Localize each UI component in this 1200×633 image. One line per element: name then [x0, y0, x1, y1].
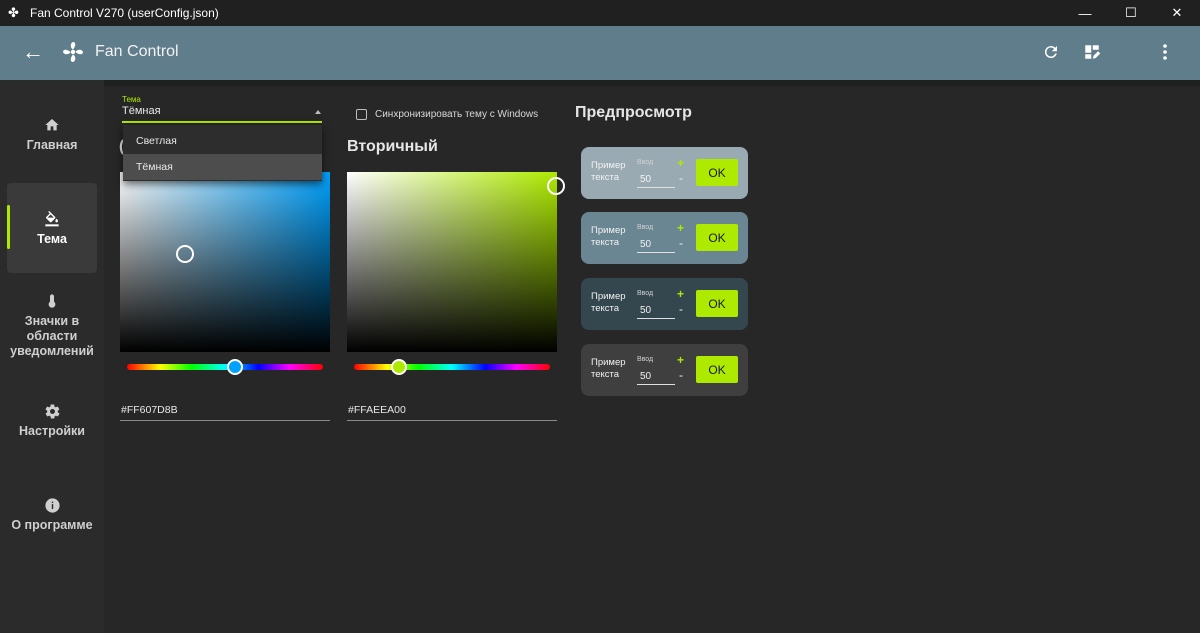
primary-hex-underline [120, 420, 330, 421]
primary-square-shade [120, 172, 330, 352]
sidebar-item-home[interactable]: Главная [7, 116, 97, 152]
more-vertical-icon[interactable] [1154, 41, 1176, 63]
sidebar-item-about[interactable]: О программе [7, 496, 97, 532]
secondary-hue-knob[interactable] [391, 359, 407, 375]
checkbox-icon[interactable] [356, 109, 367, 120]
theme-select[interactable]: Тёмная [122, 105, 161, 117]
thermometer-icon [43, 292, 61, 310]
sidebar-item-theme[interactable]: Тема [7, 183, 97, 273]
primary-hex-input[interactable]: #FF607D8B [121, 404, 178, 416]
preview-text: Пример текста [591, 291, 626, 314]
caret-up-icon[interactable] [315, 110, 321, 114]
increment-button[interactable]: + [677, 221, 684, 235]
sidebar-item-label: Настройки [19, 424, 85, 438]
secondary-color-square[interactable] [347, 172, 565, 352]
theme-option-dark[interactable]: Тёмная [123, 154, 322, 180]
decrement-button[interactable]: - [679, 302, 683, 316]
preview-input-underline [637, 187, 675, 188]
preview-card: Пример текста Ввод 50 + - OK [581, 212, 748, 264]
secondary-heading: Вторичный [347, 138, 438, 155]
preview-card: Пример текста Ввод 50 + - OK [581, 278, 748, 330]
sidebar-item-settings[interactable]: Настройки [7, 402, 97, 438]
minimize-icon[interactable]: — [1062, 0, 1108, 26]
preview-input-label: Ввод [637, 159, 654, 166]
ok-button[interactable]: OK [696, 356, 738, 383]
gear-icon [43, 402, 61, 420]
ok-button[interactable]: OK [696, 290, 738, 317]
paint-bucket-icon [43, 210, 61, 228]
secondary-hex-input[interactable]: #FFAEEA00 [348, 404, 406, 416]
window-title-bar: ✤ Fan Control V270 (userConfig.json) — ☐… [0, 0, 1200, 26]
preview-text: Пример текста [591, 357, 626, 380]
secondary-hex-underline [347, 420, 557, 421]
ok-button[interactable]: OK [696, 224, 738, 251]
sidebar-item-label: Главная [26, 138, 78, 152]
refresh-icon[interactable] [1040, 41, 1062, 63]
theme-select-label: Тема [122, 95, 141, 104]
theme-option-light[interactable]: Светлая [123, 128, 322, 154]
sync-theme-label: Синхронизировать тему с Windows [375, 109, 539, 120]
increment-button[interactable]: + [677, 287, 684, 301]
preview-input-underline [637, 252, 675, 253]
preview-text: Пример текста [591, 160, 626, 183]
preview-input-label: Ввод [637, 356, 654, 363]
preview-text: Пример текста [591, 225, 626, 248]
increment-button[interactable]: + [677, 156, 684, 170]
info-icon [43, 496, 61, 514]
decrement-button[interactable]: - [679, 171, 683, 185]
preview-input[interactable]: 50 [640, 371, 651, 382]
sidebar-item-label: Тема [37, 232, 67, 246]
theme-select-underline [122, 121, 322, 123]
primary-color-square[interactable] [120, 172, 330, 352]
secondary-square-shade [347, 172, 557, 352]
increment-button[interactable]: + [677, 353, 684, 367]
preview-input-underline [637, 318, 675, 319]
home-icon [43, 116, 61, 134]
arrow-left-icon[interactable]: ← [22, 40, 44, 64]
preview-input[interactable]: 50 [640, 239, 651, 250]
preview-input-label: Ввод [637, 224, 654, 231]
decrement-button[interactable]: - [679, 368, 683, 382]
ok-button[interactable]: OK [696, 159, 738, 186]
preview-input[interactable]: 50 [640, 305, 651, 316]
sidebar-item-label: О программе [11, 518, 93, 532]
primary-hue-knob[interactable] [227, 359, 243, 375]
preview-input-underline [637, 384, 675, 385]
app-name: Fan Control [95, 43, 179, 60]
fan-icon [63, 42, 83, 62]
preview-input[interactable]: 50 [640, 174, 651, 185]
secondary-color-handle[interactable] [547, 177, 565, 195]
primary-color-handle[interactable] [176, 245, 194, 263]
preview-input-label: Ввод [637, 290, 654, 297]
close-icon[interactable]: ✕ [1154, 0, 1200, 26]
dashboard-edit-icon[interactable] [1081, 41, 1103, 63]
fan-icon: ✤ [8, 5, 19, 20]
sync-theme-checkbox[interactable]: Синхронизировать тему с Windows [356, 109, 538, 120]
sidebar-item-label: Значки в области уведомлений [10, 314, 94, 358]
theme-dropdown: Светлая Тёмная [123, 125, 322, 181]
window-controls: — ☐ ✕ [1062, 0, 1200, 26]
preview-title: Предпросмотр [575, 104, 692, 121]
decrement-button[interactable]: - [679, 236, 683, 250]
maximize-icon[interactable]: ☐ [1108, 0, 1154, 26]
preview-card: Пример текста Ввод 50 + - OK [581, 344, 748, 396]
primary-hue-slider[interactable] [127, 364, 323, 370]
sidebar-item-tray-icons[interactable]: Значки в области уведомлений [7, 292, 97, 359]
preview-card: Пример текста Ввод 50 + - OK [581, 147, 748, 199]
app-header: ← Fan Control [0, 26, 1200, 80]
secondary-hue-slider[interactable] [354, 364, 550, 370]
window-title: Fan Control V270 (userConfig.json) [30, 6, 219, 20]
sidebar: Главная Тема Значки в области уведомлени… [0, 80, 104, 633]
